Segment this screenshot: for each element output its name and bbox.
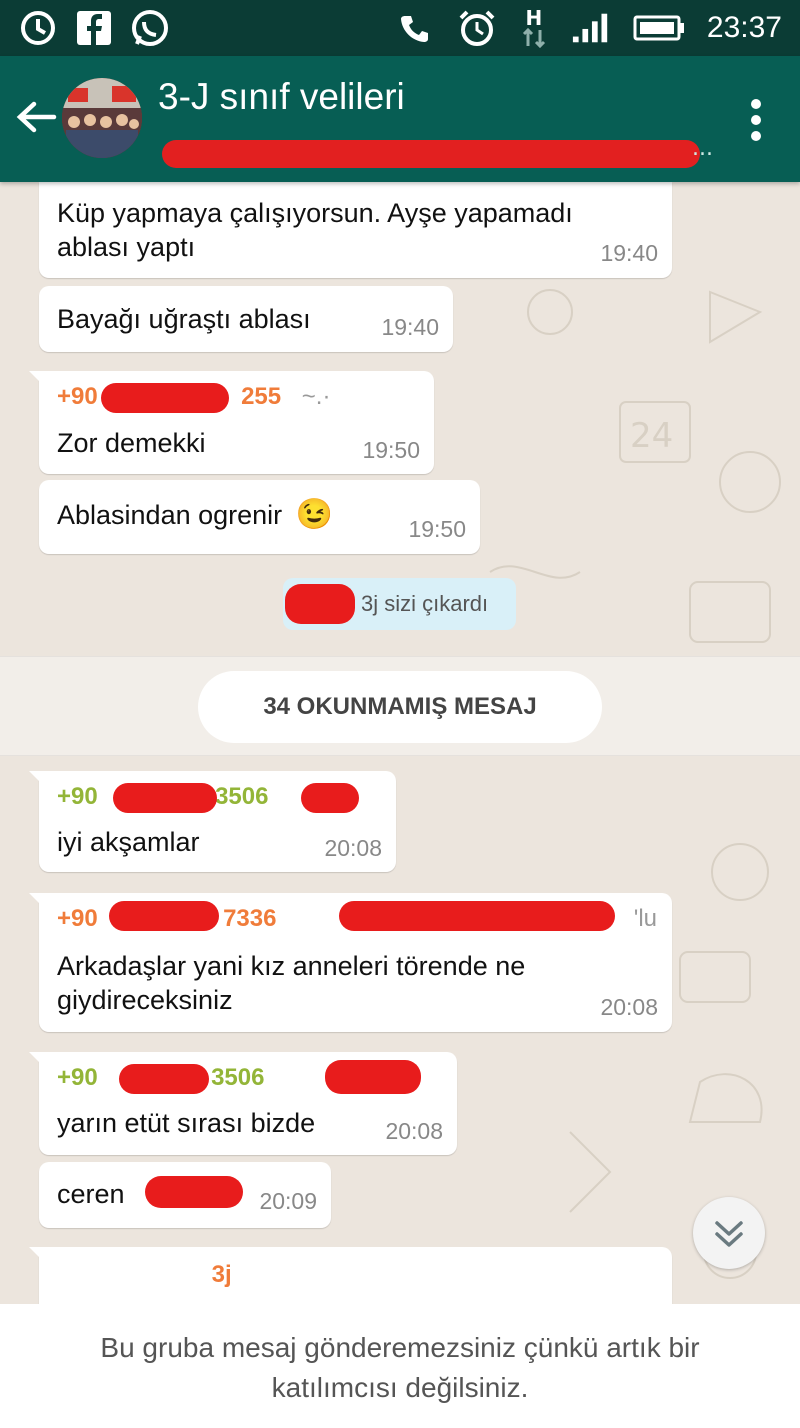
message-bubble[interactable]: Bayağı uğraştı ablası 19:40 — [39, 286, 453, 352]
message-time: 20:08 — [600, 994, 658, 1020]
chat-area[interactable]: 24 Küp yapmaya çalışıyorsun. Ayşe yapama… — [0, 182, 800, 1304]
message-text-line2: ablası yaptı — [57, 232, 196, 262]
sender-prefix: +90 — [57, 783, 98, 810]
message-bubble[interactable]: ceren 20:09 — [39, 1162, 331, 1228]
message-time: 19:50 — [408, 516, 466, 542]
redaction-mark — [145, 1176, 243, 1208]
sync-icon — [18, 8, 58, 48]
message-text: Arkadaşlar yani kız anneleri törende ne — [57, 951, 526, 981]
message-bubble[interactable]: +90 3506 iyi akşamlar 20:08 — [29, 771, 396, 872]
back-button[interactable] — [14, 94, 60, 140]
redaction-mark — [119, 1064, 209, 1094]
message-time: 19:50 — [362, 437, 420, 463]
message-time: 19:40 — [381, 314, 439, 340]
group-avatar[interactable] — [62, 78, 142, 158]
wallpaper-doodles: 24 — [489, 289, 781, 643]
bubble-tail — [29, 771, 43, 785]
bubble-tail — [29, 1052, 43, 1066]
message-time: 20:08 — [385, 1118, 443, 1144]
more-options-button[interactable] — [746, 98, 766, 142]
group-title[interactable]: 3-J sınıf velileri — [158, 76, 405, 118]
system-message: 3j sizi çıkardı — [283, 578, 516, 630]
message-bubble[interactable]: Ablasindan ogrenir 😉 19:50 — [39, 480, 480, 554]
chat-header: 3-J sınıf velileri ... — [0, 56, 800, 182]
message-bubble[interactable]: +90 255 ~.· Zor demekki 19:50 — [29, 371, 434, 474]
network-type: H — [525, 6, 543, 30]
unread-divider: 34 OKUNMAMIŞ MESAJ — [0, 656, 800, 756]
sender-extra: 'lu — [633, 905, 657, 932]
redaction-mark — [101, 383, 229, 413]
message-text: yarın etüt sırası bizde — [57, 1108, 316, 1138]
message-text: Bayağı uğraştı ablası — [57, 304, 311, 334]
message-time: 19:40 — [600, 240, 658, 266]
unread-count-label: 34 OKUNMAMIŞ MESAJ — [198, 671, 602, 743]
system-message-text: 3j sizi çıkardı — [361, 591, 489, 616]
participants-subtitle[interactable]: ... — [158, 134, 713, 168]
alarm-icon — [457, 8, 497, 48]
redaction-mark — [162, 140, 700, 168]
redaction-mark — [109, 901, 219, 931]
sender-suffix: 3506 — [211, 1064, 265, 1091]
subtitle-ellipsis: ... — [692, 136, 713, 161]
bubble-tail — [29, 1247, 43, 1261]
bubble-tail — [29, 371, 43, 385]
wink-emoji-icon: 😉 — [295, 498, 334, 531]
sender-prefix: +90 — [57, 383, 98, 410]
sender-suffix: 3506 — [215, 783, 269, 810]
sender-name[interactable]: 3j — [57, 1261, 232, 1289]
double-chevron-down-icon — [715, 1221, 743, 1247]
call-icon — [395, 8, 435, 48]
message-text-body: Ablasindan ogrenir — [57, 500, 283, 530]
redaction-mark — [285, 584, 355, 624]
redaction-mark — [113, 783, 217, 813]
sender-prefix: +90 — [57, 1064, 98, 1091]
message-bubble[interactable]: +90 7336 'lu Arkadaşlar yani kız anneler… — [29, 893, 672, 1032]
message-bubble[interactable]: Küp yapmaya çalışıyorsun. Ayşe yapamadı … — [39, 182, 672, 278]
svg-text:24: 24 — [630, 416, 673, 456]
facebook-icon — [74, 8, 114, 48]
message-bubble[interactable]: +90 3506 yarın etüt sırası bizde 20:08 — [29, 1052, 457, 1155]
clock: 23:37 — [706, 11, 782, 44]
message-text: Zor demekki — [57, 428, 206, 458]
signal-icon — [571, 8, 611, 48]
redaction-mark — [301, 783, 359, 813]
network-h-icon: H — [519, 8, 549, 48]
cannot-send-notice: Bu gruba mesaj gönderemezsiniz çünkü art… — [0, 1304, 800, 1428]
message-text-line2: giydireceksiniz — [57, 985, 233, 1015]
more-vert-icon — [751, 99, 761, 141]
message-time: 20:08 — [324, 835, 382, 861]
scroll-to-bottom-button[interactable] — [693, 1197, 765, 1269]
redaction-mark — [325, 1060, 421, 1094]
sender-suffix: 255 — [241, 383, 282, 410]
message-bubble[interactable]: 3j — [29, 1247, 672, 1304]
bubble-tail — [29, 893, 43, 907]
redaction-mark — [339, 901, 615, 931]
whatsapp-icon — [130, 8, 170, 48]
battery-icon — [633, 8, 685, 48]
message-text: Küp yapmaya çalışıyorsun. Ayşe yapamadı — [57, 198, 573, 228]
sender-extra: ~.· — [301, 383, 331, 410]
sender-suffix: 7336 — [223, 905, 277, 932]
message-text: ceren — [57, 1179, 125, 1209]
message-text: iyi akşamlar — [57, 827, 200, 857]
message-text: Ablasindan ogrenir 😉 — [57, 498, 333, 532]
status-bar: H 23:37 — [0, 0, 800, 56]
message-time: 20:09 — [259, 1188, 317, 1214]
sender-prefix: +90 — [57, 905, 98, 932]
arrow-left-icon — [16, 101, 57, 133]
sender-suffix: 3j — [211, 1261, 232, 1288]
